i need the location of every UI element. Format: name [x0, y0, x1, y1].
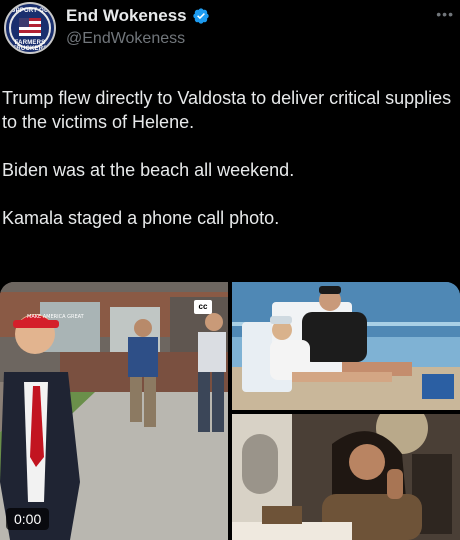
tweet-body: Trump flew directly to Valdosta to deliv… — [2, 86, 454, 254]
media-grid: MAKE AMERICA GREAT cc 0:00 — [0, 282, 460, 540]
tweet-header: SUPPORT OUR FARMERS TRUCKERS End Wokenes… — [0, 0, 460, 60]
tweet-line-2: Biden was at the beach all weekend. — [2, 160, 295, 180]
tweet-line-3: Kamala staged a phone call photo. — [2, 208, 280, 228]
author-name-row: End Wokeness — [66, 6, 210, 26]
more-options-icon[interactable]: ••• — [436, 6, 454, 22]
avatar-text-bottom: FARMERS TRUCKERS — [12, 40, 48, 52]
author-display-name[interactable]: End Wokeness — [66, 6, 187, 26]
verified-badge-icon — [192, 8, 209, 24]
captions-icon[interactable]: cc — [194, 300, 212, 314]
office-scene — [232, 414, 460, 540]
hat-text: MAKE AMERICA GREAT — [27, 314, 85, 320]
avatar-text-top: SUPPORT OUR — [6, 8, 54, 14]
author-handle[interactable]: @EndWokeness — [66, 30, 185, 48]
beach-scene — [232, 282, 460, 410]
video-thumbnail[interactable]: MAKE AMERICA GREAT cc 0:00 — [0, 282, 228, 540]
video-scene: MAKE AMERICA GREAT — [0, 282, 228, 540]
phone-call-photo[interactable] — [232, 414, 460, 540]
tweet-line-1: Trump flew directly to Valdosta to deliv… — [2, 88, 452, 132]
video-duration: 0:00 — [6, 508, 50, 530]
avatar-flag-canton — [19, 18, 29, 27]
beach-photo[interactable] — [232, 282, 460, 410]
author-avatar[interactable]: SUPPORT OUR FARMERS TRUCKERS — [4, 2, 56, 54]
